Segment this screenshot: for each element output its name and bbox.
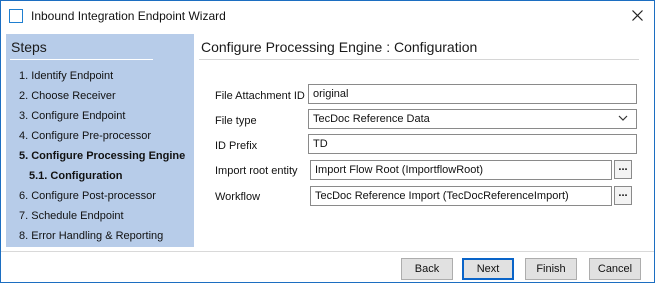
step-configure-post-processor[interactable]: 6. Configure Post-processor: [19, 190, 156, 202]
step-identify-endpoint[interactable]: 1. Identify Endpoint: [19, 70, 113, 82]
import-root-entity-browse-button[interactable]: ...: [614, 160, 632, 179]
workflow-browse-button[interactable]: ...: [614, 186, 632, 205]
steps-title: Steps: [11, 39, 47, 55]
id-prefix-label: ID Prefix: [215, 140, 258, 152]
file-type-value: TecDoc Reference Data: [313, 113, 430, 125]
wizard-window: Inbound Integration Endpoint Wizard Step…: [0, 0, 655, 283]
file-type-select[interactable]: TecDoc Reference Data: [308, 109, 637, 129]
workflow-label: Workflow: [215, 191, 261, 203]
import-root-entity-label: Import root entity: [215, 165, 298, 177]
id-prefix-input[interactable]: TD: [308, 134, 637, 154]
close-icon: [632, 10, 643, 21]
footer-divider: [1, 251, 654, 252]
back-button[interactable]: Back: [401, 258, 453, 280]
steps-panel: Steps 1. Identify Endpoint 2. Choose Rec…: [6, 34, 194, 247]
title-bar: Inbound Integration Endpoint Wizard: [1, 1, 654, 32]
file-attachment-id-label: File Attachment ID: [215, 90, 305, 102]
title-divider: [199, 59, 639, 60]
file-attachment-id-input[interactable]: original: [308, 84, 637, 104]
window-app-icon: [9, 9, 23, 23]
step-schedule-endpoint[interactable]: 7. Schedule Endpoint: [19, 210, 124, 222]
step-configure-endpoint[interactable]: 3. Configure Endpoint: [19, 110, 125, 122]
steps-divider: [10, 59, 153, 60]
workflow-field[interactable]: TecDoc Reference Import (TecDocReference…: [310, 186, 612, 206]
step-configure-pre-processor[interactable]: 4. Configure Pre-processor: [19, 130, 151, 142]
finish-button[interactable]: Finish: [525, 258, 577, 280]
step-configuration[interactable]: 5.1. Configuration: [29, 170, 123, 182]
cancel-button[interactable]: Cancel: [589, 258, 641, 280]
step-error-handling-reporting[interactable]: 8. Error Handling & Reporting: [19, 230, 163, 242]
close-button[interactable]: [625, 5, 651, 27]
file-type-label: File type: [215, 115, 257, 127]
step-configure-processing-engine[interactable]: 5. Configure Processing Engine: [19, 150, 185, 162]
step-choose-receiver[interactable]: 2. Choose Receiver: [19, 90, 116, 102]
import-root-entity-field[interactable]: Import Flow Root (ImportflowRoot): [310, 160, 612, 180]
next-button[interactable]: Next: [462, 258, 514, 280]
window-title: Inbound Integration Endpoint Wizard: [31, 9, 226, 23]
page-title: Configure Processing Engine : Configurat…: [201, 39, 478, 55]
chevron-down-icon: [618, 115, 628, 121]
